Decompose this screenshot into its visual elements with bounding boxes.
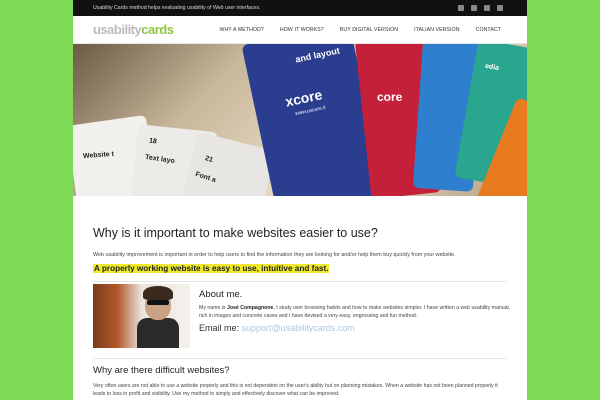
youtube-icon[interactable]	[484, 5, 490, 11]
social-links	[458, 5, 503, 11]
nav-contact[interactable]: CONTACT	[476, 27, 501, 33]
facebook-icon[interactable]	[458, 5, 464, 11]
email-line: Email me: support@usabilitycards.com	[199, 323, 519, 333]
section-divider	[93, 358, 507, 359]
email-label: Email me:	[199, 323, 240, 333]
card-text-core: core	[377, 90, 403, 104]
nav-how-it-works[interactable]: HOW IT WORKS?	[280, 27, 324, 33]
author-photo-hair	[143, 286, 173, 300]
page-title: Why is it important to make websites eas…	[93, 226, 378, 240]
why-heading: Why are there difficult websites?	[93, 365, 230, 376]
author-photo-body	[137, 318, 179, 348]
about-section: About me. My name is José Compagnone, I …	[93, 281, 510, 348]
tagline: Usability Cards method helps evaluating …	[93, 5, 261, 11]
highlight-text: A properly working website is easy to us…	[93, 264, 330, 273]
author-photo	[93, 284, 190, 348]
main-content: Why is it important to make websites eas…	[73, 226, 527, 398]
linkedin-icon[interactable]	[497, 5, 503, 11]
about-heading: About me.	[199, 289, 243, 300]
twitter-icon[interactable]	[471, 5, 477, 11]
intro-text: Web usability improvement is important i…	[93, 252, 456, 258]
author-photo-sunglasses	[147, 300, 169, 305]
author-name: José Compagnone	[226, 305, 274, 311]
email-link[interactable]: support@usabilitycards.com	[242, 323, 355, 333]
top-bar: Usability Cards method helps evaluating …	[73, 0, 527, 16]
card-number-18: 18	[148, 137, 158, 146]
about-text-block: About me. My name is José Compagnone, I …	[190, 284, 519, 348]
nav-why-a-method[interactable]: WHY A METHOD?	[219, 27, 263, 33]
page: Usability Cards method helps evaluating …	[73, 0, 527, 400]
site-header: usability cards WHY A METHOD? HOW IT WOR…	[73, 16, 527, 44]
hero-image: and layout xcore www.uxcore.it core edia…	[73, 44, 527, 196]
about-paragraph: My name is José Compagnone, I study user…	[199, 304, 519, 320]
site-logo[interactable]: usability cards	[93, 22, 174, 37]
main-nav: WHY A METHOD? HOW IT WORKS? BUY DIGITAL …	[219, 27, 501, 33]
logo-word-usability: usability	[93, 22, 142, 37]
nav-italian-version[interactable]: ITALIAN VERSION	[414, 27, 460, 33]
logo-word-cards: cards	[141, 22, 174, 37]
about-text-before: My name is	[199, 305, 227, 311]
why-paragraph: Very often users are not able to use a w…	[93, 383, 498, 397]
nav-buy-digital-version[interactable]: BUY DIGITAL VERSION	[340, 27, 398, 33]
